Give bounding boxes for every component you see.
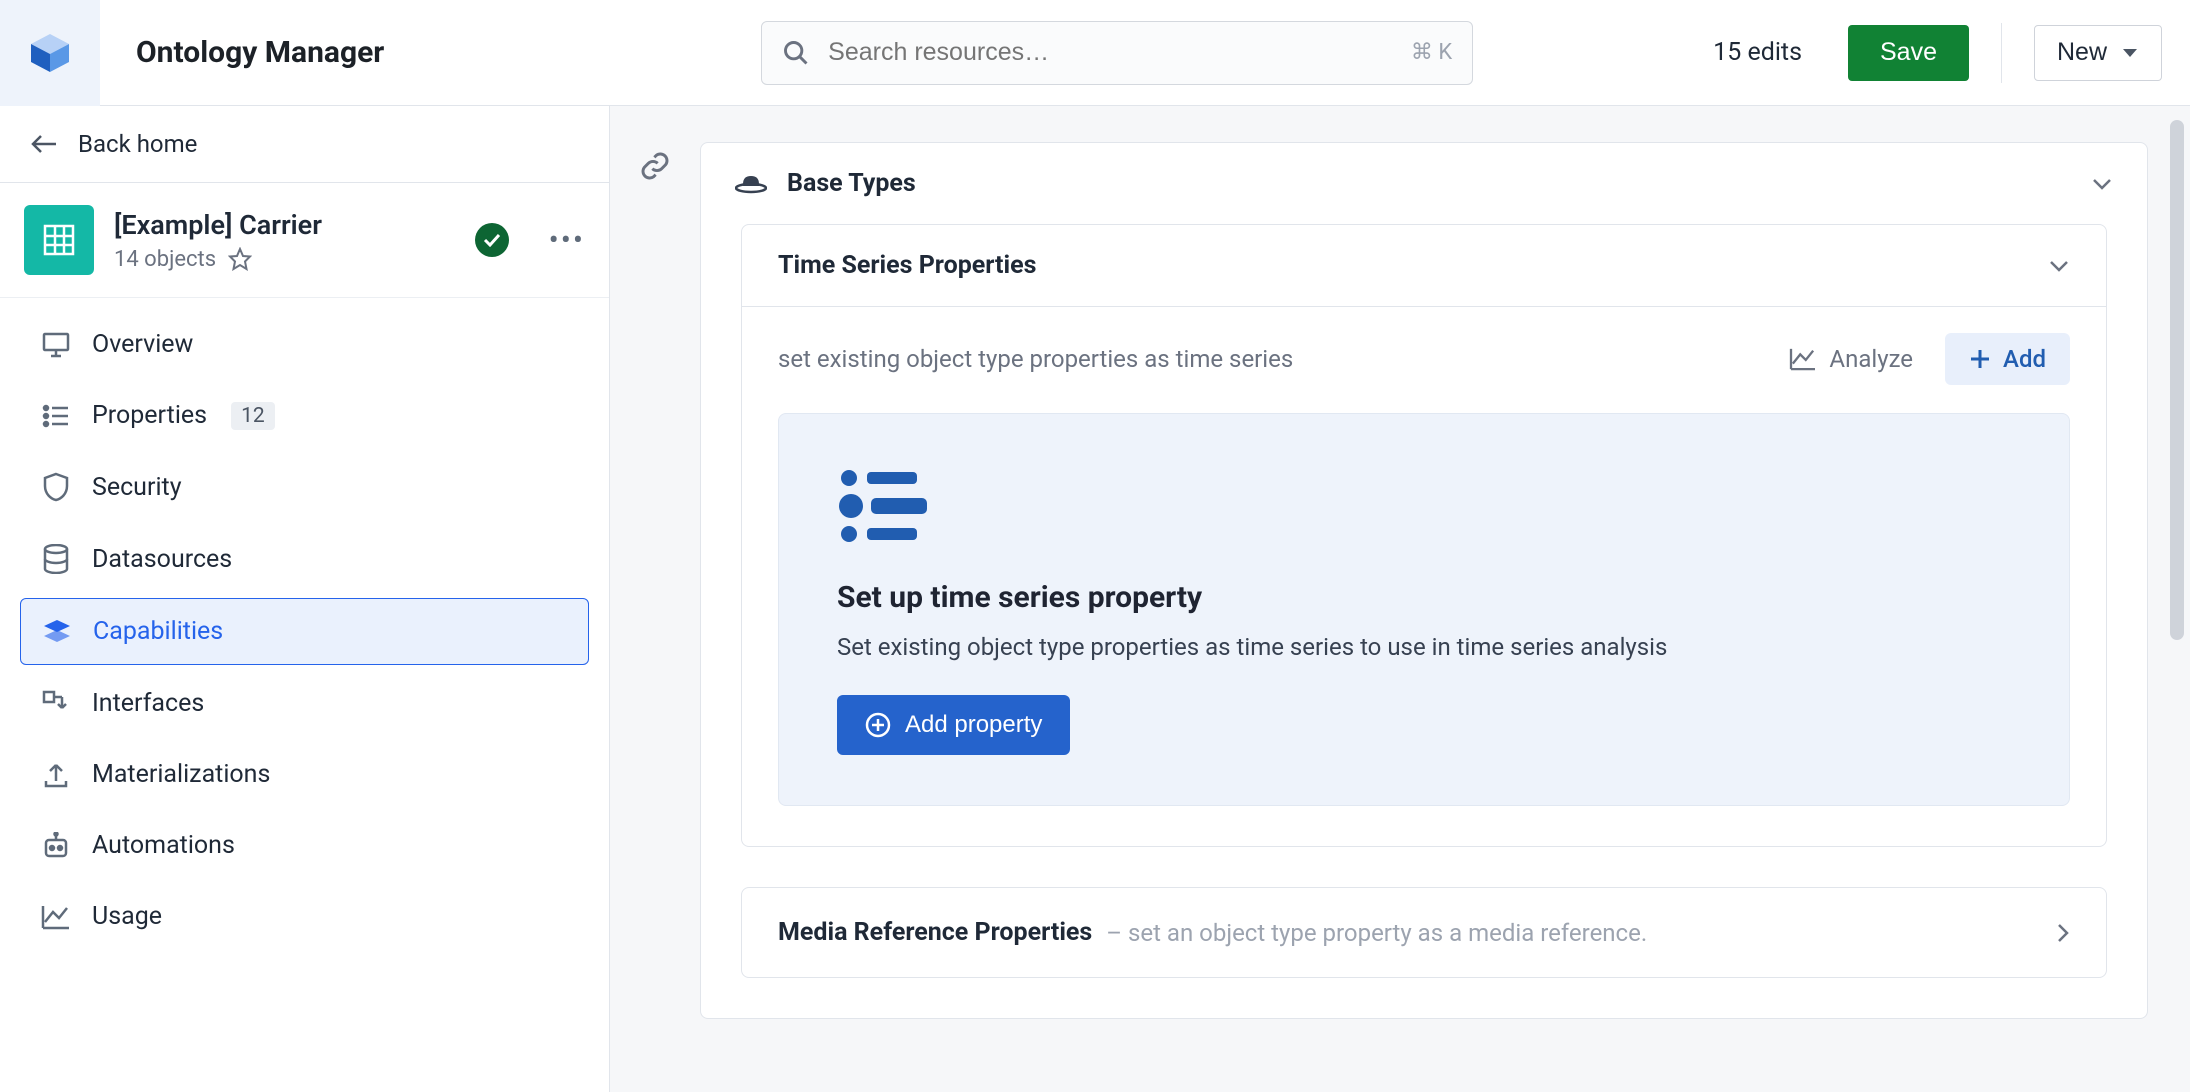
search-icon (782, 39, 810, 67)
plus-icon (1969, 348, 1991, 370)
plus-circle-icon (865, 712, 891, 738)
back-home-label: Back home (78, 130, 197, 158)
sidebar-item-automations[interactable]: Automations (20, 813, 589, 878)
chevron-right-icon (2056, 922, 2070, 944)
sidebar-item-overview[interactable]: Overview (20, 312, 589, 377)
search-bar[interactable]: ⌘ K (761, 21, 1473, 85)
base-types-title: Base Types (787, 169, 916, 198)
chevron-down-icon (2091, 177, 2113, 191)
sidebar-item-label: Usage (92, 902, 162, 931)
object-header: [Example] Carrier 14 objects ••• (0, 183, 609, 298)
main-content: Base Types Time Series Properties set ex… (700, 106, 2190, 1092)
star-icon[interactable] (228, 247, 252, 271)
add-property-button[interactable]: Add property (837, 695, 1070, 755)
sidebar-item-security[interactable]: Security (20, 454, 589, 520)
object-type-icon (24, 205, 94, 275)
upload-icon (40, 761, 72, 789)
status-ok-icon (475, 223, 509, 257)
grid-icon (39, 220, 79, 260)
sidebar-nav: Overview Properties 12 Security Data (0, 298, 609, 969)
chart-line-icon (40, 904, 72, 930)
shield-icon (40, 472, 72, 502)
sidebar-item-label: Materializations (92, 760, 270, 789)
more-menu-button[interactable]: ••• (549, 223, 585, 258)
edits-count: 15 edits (1713, 38, 1802, 67)
divider (2001, 23, 2002, 83)
add-property-label: Add property (905, 711, 1042, 739)
search-input[interactable] (828, 38, 1393, 67)
caret-down-icon (2121, 47, 2139, 59)
sidebar-item-label: Capabilities (93, 617, 223, 646)
sidebar-item-label: Automations (92, 831, 235, 860)
robot-icon (40, 832, 72, 860)
base-types-panel: Base Types Time Series Properties set ex… (700, 142, 2148, 1019)
base-types-header[interactable]: Base Types (701, 143, 2147, 224)
time-series-setup-box: Set up time series property Set existing… (778, 413, 2070, 806)
chevron-down-icon (2048, 259, 2070, 273)
media-reference-title: Media Reference Properties (778, 918, 1092, 947)
sidebar-item-properties[interactable]: Properties 12 (20, 383, 589, 448)
database-icon (40, 544, 72, 574)
scrollbar[interactable] (2170, 120, 2184, 640)
setup-title: Set up time series property (837, 580, 2011, 615)
setup-desc: Set existing object type properties as t… (837, 633, 2011, 661)
sidebar-item-datasources[interactable]: Datasources (20, 526, 589, 592)
analyze-label: Analyze (1829, 345, 1913, 373)
sidebar-item-label: Overview (92, 330, 193, 359)
media-reference-header[interactable]: Media Reference Properties – set an obje… (742, 888, 2106, 977)
main-gutter (610, 106, 700, 1092)
object-title: [Example] Carrier (114, 209, 322, 241)
properties-count-badge: 12 (231, 402, 275, 430)
save-button[interactable]: Save (1848, 25, 1969, 81)
time-series-panel: Time Series Properties set existing obje… (741, 224, 2107, 847)
monitor-icon (40, 332, 72, 358)
media-reference-subtitle: – set an object type property as a media… (1106, 919, 1647, 947)
object-subtitle: 14 objects (114, 247, 216, 272)
sidebar: Back home [Example] Carrier 14 objects (0, 106, 610, 1092)
time-series-title: Time Series Properties (778, 251, 1036, 280)
chart-line-icon (1789, 347, 1817, 371)
add-label: Add (2003, 345, 2046, 373)
link-icon[interactable] (639, 150, 671, 1092)
topbar: Ontology Manager ⌘ K 15 edits Save New (0, 0, 2190, 106)
sidebar-item-interfaces[interactable]: Interfaces (20, 671, 589, 736)
time-series-header[interactable]: Time Series Properties (742, 225, 2106, 307)
hat-icon (735, 172, 767, 196)
list-icon (40, 404, 72, 428)
sidebar-item-label: Properties (92, 401, 207, 430)
sidebar-item-label: Interfaces (92, 689, 204, 718)
sidebar-item-usage[interactable]: Usage (20, 884, 589, 949)
sidebar-item-materializations[interactable]: Materializations (20, 742, 589, 807)
sidebar-item-label: Security (92, 473, 182, 502)
new-button[interactable]: New (2034, 25, 2162, 81)
analyze-button[interactable]: Analyze (1771, 335, 1931, 383)
app-title: Ontology Manager (136, 35, 384, 70)
time-series-desc: set existing object type properties as t… (778, 345, 1293, 373)
search-shortcut: ⌘ K (1411, 40, 1452, 65)
arrow-left-icon (30, 133, 58, 155)
back-home-link[interactable]: Back home (0, 106, 609, 183)
app-logo[interactable] (0, 0, 100, 106)
media-reference-panel: Media Reference Properties – set an obje… (741, 887, 2107, 978)
sidebar-item-capabilities[interactable]: Capabilities (20, 598, 589, 665)
cube-icon (27, 30, 73, 76)
bullet-list-graphic-icon (837, 464, 2011, 548)
add-button[interactable]: Add (1945, 333, 2070, 385)
layers-icon (41, 618, 73, 646)
sidebar-item-label: Datasources (92, 545, 232, 574)
time-series-toolbar: set existing object type properties as t… (742, 307, 2106, 403)
new-button-label: New (2057, 38, 2107, 67)
interfaces-icon (40, 690, 72, 718)
